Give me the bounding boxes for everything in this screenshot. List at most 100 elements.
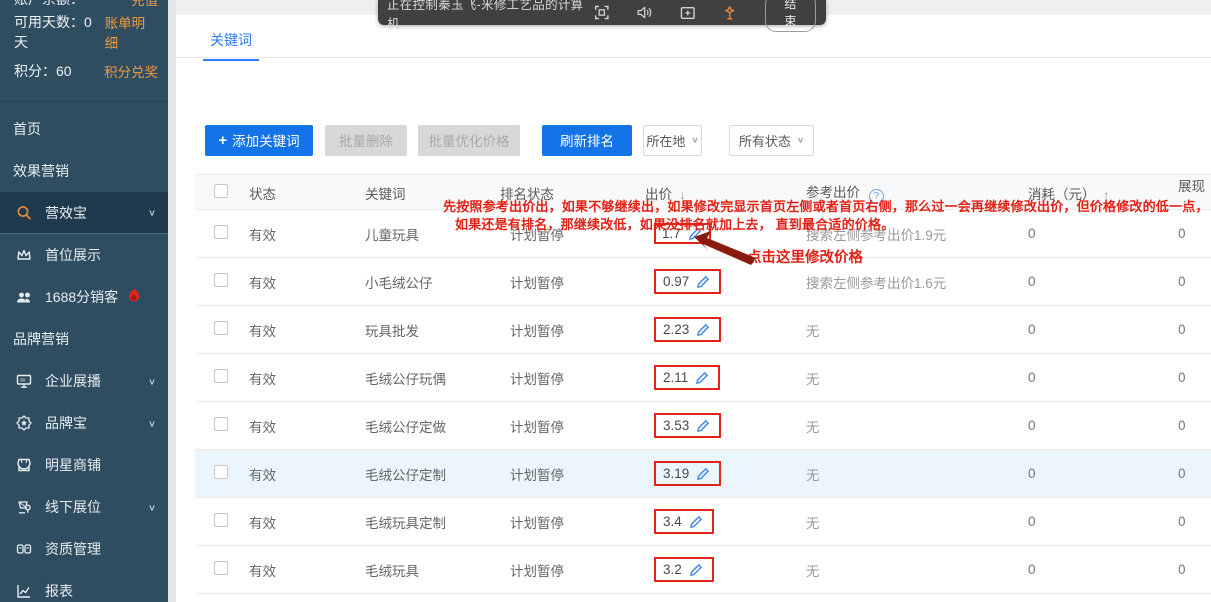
ref-bid-cell: 无: [795, 320, 1020, 340]
row-checkbox[interactable]: [214, 225, 228, 239]
location-filter-dropdown[interactable]: 所在地 ∨: [643, 125, 702, 156]
batch-optimize-button[interactable]: 批量优化价格: [418, 125, 520, 156]
bid-value: 0.97: [663, 274, 689, 289]
refresh-rank-button[interactable]: 刷新排名: [542, 125, 632, 156]
sidebar-item-qualification[interactable]: 资质管理: [0, 528, 168, 570]
users-icon: [14, 287, 34, 307]
sidebar-item-1688-distribution[interactable]: 1688分销客: [0, 276, 168, 318]
chevron-down-icon: ∨: [691, 136, 698, 145]
edit-pencil-icon[interactable]: [696, 275, 710, 289]
cost-cell: 0: [1020, 370, 1150, 385]
fullscreen-icon[interactable]: [594, 5, 610, 20]
edit-pencil-icon[interactable]: [696, 323, 710, 337]
bid-value: 3.53: [663, 418, 689, 433]
chevron-down-icon: ∨: [148, 418, 156, 428]
status-cell: 有效: [247, 272, 361, 292]
bid-value: 3.4: [663, 514, 682, 529]
row-checkbox[interactable]: [214, 513, 228, 527]
chevron-down-icon: ∨: [148, 502, 156, 512]
flame-badge-icon: [124, 287, 144, 308]
sidebar-scrollbar[interactable]: [168, 0, 176, 602]
end-session-button[interactable]: 结束: [765, 0, 816, 32]
edit-pencil-icon[interactable]: [695, 371, 709, 385]
status-cell: 有效: [247, 320, 361, 340]
row-checkbox[interactable]: [214, 321, 228, 335]
speaker-icon[interactable]: [636, 5, 652, 20]
status-filter-dropdown[interactable]: 所有状态 ∨: [729, 125, 814, 156]
svg-text:av: av: [20, 378, 26, 384]
status-cell: 有效: [247, 512, 361, 532]
rank-status-cell: 计划暂停: [497, 416, 642, 436]
row-checkbox[interactable]: [214, 369, 228, 383]
batch-delete-button[interactable]: 批量删除: [325, 125, 407, 156]
tab-keywords[interactable]: 关键词: [203, 24, 259, 61]
days-row: 可用天数：0天 账单明细: [0, 20, 168, 44]
sidebar-item-label: 企业展播: [45, 371, 101, 391]
keyword-cell: 毛绒公仔定制: [361, 464, 497, 484]
sidebar-item-label: 首页: [13, 119, 41, 139]
row-checkbox[interactable]: [214, 561, 228, 575]
cost-cell: 0: [1020, 466, 1150, 481]
edit-pencil-icon[interactable]: [696, 467, 710, 481]
window-icon[interactable]: [680, 6, 696, 20]
sidebar-item-brand-bao[interactable]: 品牌宝 ∨: [0, 402, 168, 444]
remote-control-title: 正在控制秦玉飞-米修工艺品的计算机: [387, 0, 594, 32]
add-keyword-button[interactable]: + 添加关键词: [205, 125, 313, 156]
edit-pencil-icon[interactable]: [689, 515, 703, 529]
sidebar-item-enterprise-show[interactable]: av 企业展播 ∨: [0, 360, 168, 402]
row-checkbox[interactable]: [214, 273, 228, 287]
sidebar-item-label: 营效宝: [45, 203, 87, 223]
bid-annotation-box: 3.53: [654, 413, 721, 438]
chevron-down-icon: ∨: [797, 136, 804, 145]
impressions-cell: 0: [1150, 370, 1211, 385]
sunflower-icon[interactable]: [722, 5, 738, 21]
ref-bid-cell: 搜索左侧参考出价1.6元: [795, 272, 1020, 292]
impressions-cell: 0: [1150, 322, 1211, 337]
balance-row: 账户余额： 充值: [0, 0, 168, 10]
sidebar-item-star-shop[interactable]: 明星商铺: [0, 444, 168, 486]
sidebar-item-label: 品牌宝: [45, 413, 87, 433]
points-redeem-link[interactable]: 积分兑奖: [104, 61, 158, 81]
sidebar: 账户余额： 充值 可用天数：0天 账单明细 积分：60 积分兑奖 首页 效果营销…: [0, 0, 168, 602]
rank-status-cell: 计划暂停: [497, 512, 642, 532]
bid-annotation-box: 3.4: [654, 509, 714, 534]
edit-pencil-icon[interactable]: [689, 563, 703, 577]
sidebar-menu: 首页 效果营销 营效宝 ∨ 首位展示 1688分销客: [0, 108, 168, 602]
impressions-header-label: 展现: [1178, 179, 1205, 194]
sidebar-item-report[interactable]: 报表: [0, 570, 168, 602]
sidebar-item-top-display[interactable]: 首位展示: [0, 234, 168, 276]
cost-cell: 0: [1020, 418, 1150, 433]
add-keyword-label: 添加关键词: [232, 130, 300, 150]
sidebar-item-home[interactable]: 首页: [0, 108, 168, 150]
sidebar-item-brand-marketing[interactable]: 品牌营销: [0, 318, 168, 360]
rank-status-cell: 计划暂停: [497, 560, 642, 580]
bid-annotation-box: 3.19: [654, 461, 721, 486]
cost-cell: 0: [1020, 322, 1150, 337]
table-row: 有效 毛绒玩具 计划暂停 3.2 无 0 0: [195, 546, 1211, 594]
cost-cell: 0: [1020, 226, 1150, 241]
status-column-header: 状态: [247, 183, 361, 203]
row-checkbox[interactable]: [214, 417, 228, 431]
bid-value: 3.2: [663, 562, 682, 577]
days-label: 可用天数：0天: [14, 12, 105, 52]
account-summary: 账户余额： 充值 可用天数：0天 账单明细 积分：60 积分兑奖: [0, 0, 168, 102]
status-cell: 有效: [247, 416, 361, 436]
pin-icon: [14, 497, 34, 517]
bid-value: 2.11: [663, 370, 688, 385]
sidebar-item-label: 效果营销: [13, 161, 69, 181]
sidebar-item-label: 线下展位: [45, 497, 101, 517]
keyword-cell: 毛绒玩具: [361, 560, 497, 580]
recharge-link[interactable]: 充值: [131, 0, 158, 9]
row-checkbox[interactable]: [214, 465, 228, 479]
sidebar-item-yingxiaobao[interactable]: 营效宝 ∨: [0, 192, 168, 234]
select-all-checkbox[interactable]: [214, 184, 228, 198]
sidebar-item-offline-booth[interactable]: 线下展位 ∨: [0, 486, 168, 528]
impressions-cell: 0: [1150, 466, 1211, 481]
sidebar-item-effect-marketing[interactable]: 效果营销: [0, 150, 168, 192]
impressions-cell: 0: [1150, 514, 1211, 529]
edit-pencil-icon[interactable]: [696, 419, 710, 433]
balance-label: 账户余额：: [14, 0, 84, 9]
annotation-arrow-label: 点击这里修改价格: [747, 246, 863, 267]
impressions-cell: 0: [1150, 274, 1211, 289]
billing-detail-link[interactable]: 账单明细: [105, 12, 158, 52]
